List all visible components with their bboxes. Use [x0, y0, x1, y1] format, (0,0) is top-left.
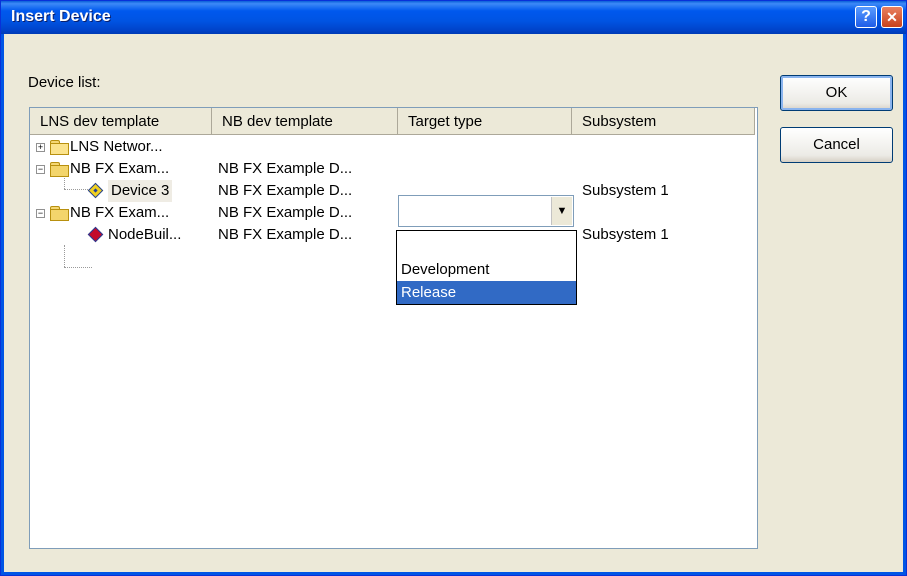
table-row[interactable]: NodeBuil... NB FX Example D... Subsystem… — [30, 224, 757, 246]
collapse-icon[interactable]: − — [36, 209, 45, 218]
column-header-nb-dev-template[interactable]: NB dev template — [212, 108, 398, 135]
table-row[interactable]: − NB FX Exam... NB FX Example D... — [30, 158, 757, 180]
table-row[interactable]: − NB FX Exam... NB FX Example D... — [30, 202, 757, 224]
collapse-icon[interactable]: − — [36, 165, 45, 174]
help-button[interactable]: ? — [855, 6, 877, 28]
option-development[interactable]: Development — [397, 258, 576, 281]
tree-line — [64, 267, 92, 268]
target-type-combo[interactable]: ▼ — [398, 195, 574, 227]
folder-open-icon — [50, 206, 69, 221]
ok-button[interactable]: OK — [780, 75, 893, 111]
row-nb-template: NB FX Example D... — [218, 182, 353, 199]
title-bar[interactable]: Insert Device ? ✕ — [1, 1, 906, 34]
insert-device-dialog: Insert Device ? ✕ Device list: LNS dev t… — [0, 0, 907, 576]
table-row[interactable]: + LNS Networ... — [30, 136, 757, 158]
row-name: NB FX Exam... — [70, 204, 170, 221]
chevron-down-icon[interactable]: ▼ — [551, 197, 572, 225]
device-list-label: Device list: — [28, 74, 101, 91]
expand-icon[interactable]: + — [36, 143, 45, 152]
row-subsystem: Subsystem 1 — [582, 182, 669, 199]
folder-open-icon — [50, 162, 69, 177]
column-header-subsystem[interactable]: Subsystem — [572, 108, 755, 135]
target-type-dropdown[interactable]: Development Release — [396, 230, 577, 305]
device-icon — [87, 182, 104, 199]
row-nb-template: NB FX Example D... — [218, 226, 353, 243]
row-subsystem: Subsystem 1 — [582, 226, 669, 243]
column-header-target-type[interactable]: Target type — [398, 108, 572, 135]
nodebuilder-device-icon — [87, 226, 104, 243]
option-release[interactable]: Release — [397, 281, 576, 304]
row-name: Device 3 — [108, 180, 173, 202]
row-nb-template: NB FX Example D... — [218, 160, 353, 177]
row-name: NB FX Exam... — [70, 160, 170, 177]
folder-icon — [50, 140, 69, 155]
tree-line — [64, 245, 65, 267]
help-icon: ? — [861, 8, 871, 25]
close-button[interactable]: ✕ — [881, 6, 903, 28]
row-nb-template: NB FX Example D... — [218, 204, 353, 221]
row-name: LNS Networ... — [70, 138, 163, 155]
close-icon: ✕ — [886, 9, 898, 25]
window-title: Insert Device — [11, 8, 111, 25]
device-list[interactable]: LNS dev template NB dev template Target … — [29, 107, 758, 549]
row-name: NodeBuil... — [108, 226, 182, 243]
table-row[interactable]: Device 3 NB FX Example D... Subsystem 1 — [30, 180, 757, 202]
column-header-lns-dev-template[interactable]: LNS dev template — [30, 108, 212, 135]
cancel-button[interactable]: Cancel — [780, 127, 893, 163]
